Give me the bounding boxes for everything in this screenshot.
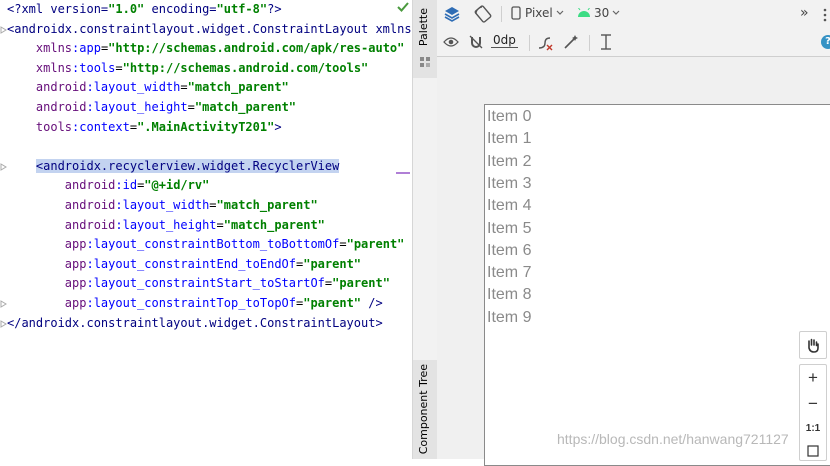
code-line: android:layout_width="match_parent" bbox=[64, 198, 318, 212]
layers-button[interactable] bbox=[443, 5, 461, 23]
side-tool-strip: Palette Component Tree bbox=[412, 0, 438, 459]
view-options-button[interactable] bbox=[443, 36, 459, 48]
toolbar-divider bbox=[529, 35, 530, 51]
magic-wand-icon bbox=[564, 35, 578, 49]
xml-code-editor[interactable]: <?xml version="1.0" encoding="utf-8"?> <a… bbox=[0, 0, 412, 459]
code-line: android:layout_width="match_parent" bbox=[35, 80, 289, 95]
list-item: Item 7 bbox=[487, 264, 532, 282]
list-item: Item 1 bbox=[487, 130, 532, 148]
list-item: Item 3 bbox=[487, 174, 532, 192]
guidelines-button[interactable] bbox=[599, 34, 613, 50]
toolbar-divider bbox=[501, 6, 502, 22]
more-actions-button[interactable]: » bbox=[800, 5, 809, 21]
infer-constraints-button[interactable] bbox=[563, 34, 579, 50]
chevron-down-icon bbox=[612, 10, 620, 15]
code-line: <androidx.recyclerview.widget.RecyclerVi… bbox=[35, 158, 340, 173]
chevron-down-icon bbox=[556, 10, 564, 15]
help-icon: ? bbox=[821, 35, 830, 49]
design-toolbar-bottom: 0dp ? bbox=[437, 29, 830, 57]
code-line: <androidx.constraintlayout.widget.Constr… bbox=[7, 21, 412, 36]
palette-icon bbox=[420, 57, 430, 67]
tab-component-tree[interactable]: Component Tree bbox=[413, 360, 437, 459]
vertical-dots-icon bbox=[823, 8, 827, 22]
clear-constraints-icon bbox=[538, 37, 553, 51]
android-icon bbox=[578, 8, 590, 17]
check-icon bbox=[397, 2, 409, 12]
phone-icon bbox=[511, 6, 521, 20]
eye-icon bbox=[443, 37, 459, 47]
list-item: Item 9 bbox=[487, 308, 532, 326]
hand-icon bbox=[808, 338, 819, 353]
code-line: android:layout_height="match_parent" bbox=[64, 217, 325, 232]
code-line: app:layout_constraintEnd_toEndOf="parent… bbox=[64, 256, 362, 271]
code-line: tools:context=".MainActivityT201"> bbox=[35, 119, 282, 134]
list-item: Item 5 bbox=[487, 219, 532, 237]
device-selector[interactable]: Pixel bbox=[511, 6, 564, 20]
code-line: app:layout_constraintBottom_toBottomOf="… bbox=[64, 237, 405, 252]
toolbar-divider bbox=[589, 35, 590, 51]
tab-component-tree-label: Component Tree bbox=[417, 364, 430, 455]
code-line: xmlns:tools="http://schemas.android.com/… bbox=[35, 60, 369, 75]
zoom-controls: + − 1:1 bbox=[799, 364, 827, 461]
highlight-marker bbox=[396, 172, 410, 174]
guideline-icon bbox=[601, 34, 611, 50]
code-line: android:layout_height="match_parent" bbox=[35, 100, 297, 114]
api-level-label: 30 bbox=[594, 6, 610, 20]
fold-marker-icon[interactable] bbox=[0, 162, 7, 171]
more-label: » bbox=[800, 5, 809, 21]
magnet-off-icon bbox=[469, 35, 483, 49]
actual-size-button[interactable]: 1:1 bbox=[800, 423, 826, 434]
design-canvas[interactable]: Item 0 Item 1 Item 2 Item 3 Item 4 Item 5 Item… bbox=[437, 57, 830, 466]
fold-marker-icon[interactable] bbox=[0, 319, 7, 328]
api-level-selector[interactable]: 30 bbox=[577, 6, 620, 20]
code-line: android:id="@+id/rv" bbox=[64, 178, 210, 193]
list-item: Item 6 bbox=[487, 241, 532, 259]
fold-marker-icon[interactable] bbox=[0, 300, 7, 308]
code-line: <?xml version="1.0" encoding="utf-8"?> bbox=[7, 2, 282, 16]
layers-icon bbox=[444, 7, 460, 22]
zoom-out-button[interactable]: − bbox=[800, 394, 826, 414]
overflow-menu-button[interactable] bbox=[823, 8, 827, 22]
device-label: Pixel bbox=[525, 6, 553, 20]
tab-palette[interactable]: Palette bbox=[413, 0, 437, 78]
list-item: Item 8 bbox=[487, 286, 532, 304]
list-item: Item 4 bbox=[487, 197, 532, 215]
code-line: </androidx.constraintlayout.widget.Const… bbox=[7, 315, 383, 330]
watermark-text: https://blog.csdn.net/hanwang721127 bbox=[557, 431, 789, 447]
code-line: app:layout_constraintTop_toTopOf="parent… bbox=[64, 296, 383, 310]
fit-screen-icon bbox=[807, 445, 819, 457]
zoom-in-button[interactable]: + bbox=[800, 368, 826, 388]
margin-value: 0dp bbox=[491, 33, 518, 48]
zoom-to-fit-button[interactable] bbox=[800, 445, 826, 457]
rotate-device-icon bbox=[474, 5, 492, 23]
list-item: Item 2 bbox=[487, 152, 532, 170]
clear-constraints-button[interactable] bbox=[537, 35, 553, 51]
autoconnect-toggle[interactable] bbox=[468, 34, 484, 50]
device-preview[interactable]: Item 0 Item 1 Item 2 Item 3 Item 4 Item 5 Item… bbox=[484, 104, 830, 466]
fold-marker-icon[interactable] bbox=[0, 25, 7, 34]
orientation-button[interactable] bbox=[473, 4, 493, 24]
code-line: app:layout_constraintStart_toStartOf="pa… bbox=[64, 276, 390, 291]
tab-palette-label: Palette bbox=[417, 8, 430, 47]
default-margin-button[interactable]: 0dp bbox=[491, 33, 518, 48]
list-item: Item 0 bbox=[487, 108, 532, 125]
design-toolbar-top: Pixel 30 » bbox=[437, 0, 830, 30]
pan-button[interactable] bbox=[799, 331, 827, 359]
help-button[interactable]: ? bbox=[821, 35, 830, 49]
code-line: xmlns:app="http://schemas.android.com/ap… bbox=[35, 41, 405, 56]
